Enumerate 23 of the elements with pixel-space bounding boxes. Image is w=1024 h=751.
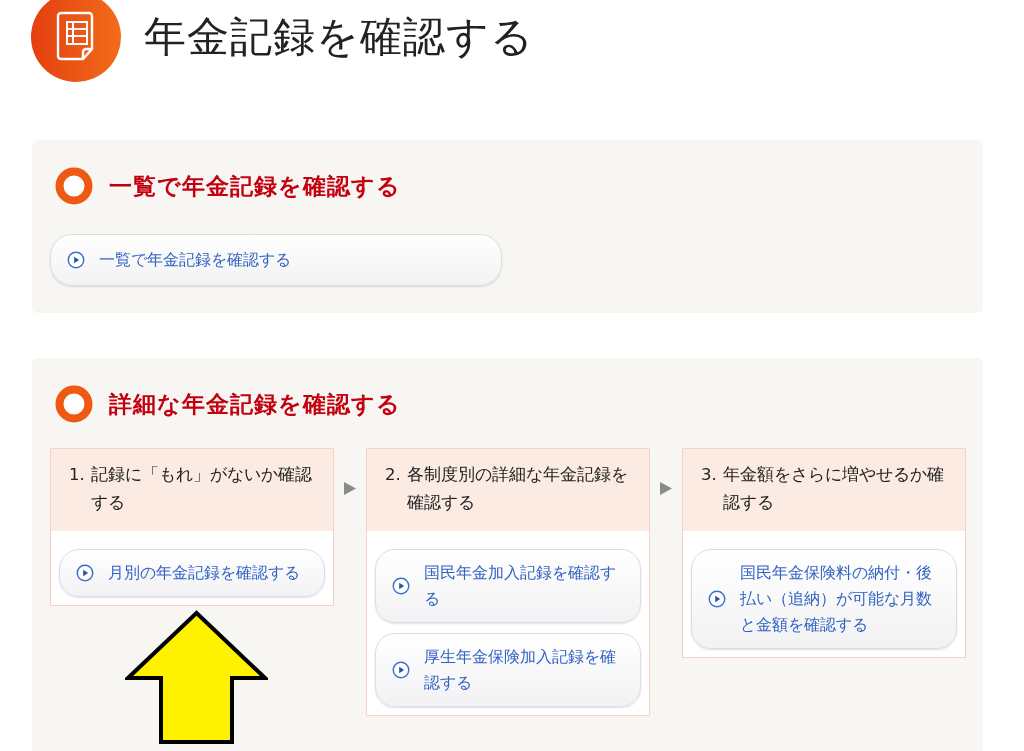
link-button[interactable]: 厚生年金保険加入記録を確認する <box>375 633 641 707</box>
page-title: 年金記録を確認する <box>144 10 534 63</box>
play-icon <box>708 590 726 608</box>
step-title: 記録に「もれ」がないか確認する <box>90 464 313 514</box>
step-number: 2. <box>385 464 401 486</box>
play-icon <box>392 661 410 679</box>
ring-icon <box>54 384 94 424</box>
triangle-icon <box>660 482 672 495</box>
link-button[interactable]: 一覧で年金記録を確認する <box>50 234 502 286</box>
play-icon <box>67 251 85 269</box>
step-number: 1. <box>69 464 85 486</box>
link-button[interactable]: 国民年金保険料の納付・後払い（追納）が可能な月数と金額を確認する <box>691 549 957 649</box>
link-button[interactable]: 国民年金加入記録を確認する <box>375 549 641 623</box>
section-heading: 一覧で年金記録を確認する <box>109 171 401 201</box>
play-icon <box>392 577 410 595</box>
triangle-icon <box>344 482 356 495</box>
play-icon <box>76 564 94 582</box>
ring-icon <box>54 166 94 206</box>
link-button[interactable]: 月別の年金記録を確認する <box>59 549 325 597</box>
step-title: 年金額をさらに増やせるか確認する <box>722 464 945 514</box>
step-title: 各制度別の詳細な年金記録を確認する <box>406 464 629 514</box>
step-number: 3. <box>701 464 717 486</box>
section-heading: 詳細な年金記録を確認する <box>109 389 401 419</box>
